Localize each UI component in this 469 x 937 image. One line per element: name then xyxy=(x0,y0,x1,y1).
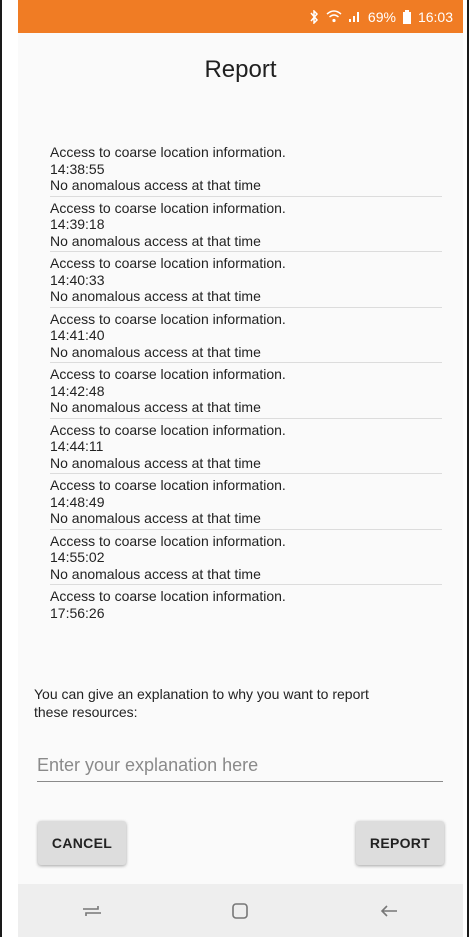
entry-description: Access to coarse location information. xyxy=(50,310,286,327)
list-item: Access to coarse location information. 1… xyxy=(50,585,442,623)
recents-icon[interactable] xyxy=(72,896,112,926)
entry-description: Access to coarse location information. xyxy=(50,255,286,271)
list-item: Access to coarse location information. 1… xyxy=(50,197,442,252)
cancel-button[interactable]: CANCEL xyxy=(38,821,126,865)
entry-status: No anomalous access at that time xyxy=(50,232,261,249)
status-bar: 69% 16:03 xyxy=(18,0,463,33)
entry-time: 14:39:18 xyxy=(50,216,105,232)
explanation-input[interactable] xyxy=(37,751,443,782)
left-frame-border xyxy=(0,0,2,937)
entry-description: Access to coarse location information. xyxy=(50,532,286,549)
entry-status: No anomalous access at that time xyxy=(50,454,261,471)
report-button[interactable]: REPORT xyxy=(356,821,444,865)
entry-description: Access to coarse location information. xyxy=(50,588,286,604)
entry-time: 14:48:49 xyxy=(50,493,105,510)
bluetooth-icon xyxy=(308,9,320,24)
entry-status: No anomalous access at that time xyxy=(50,288,261,304)
entry-time: 14:42:48 xyxy=(50,382,105,399)
entry-status: No anomalous access at that time xyxy=(50,177,261,193)
entry-description: Access to coarse location information. xyxy=(50,199,286,216)
list-item: Access to coarse location information. 1… xyxy=(50,308,442,363)
clock: 16:03 xyxy=(417,8,453,25)
navigation-bar xyxy=(18,884,463,937)
entry-status: No anomalous access at that time xyxy=(50,510,261,526)
battery-icon xyxy=(402,9,412,24)
entry-description: Access to coarse location information. xyxy=(50,421,286,438)
entry-status: No anomalous access at that time xyxy=(50,343,261,360)
page-title: Report xyxy=(204,56,277,83)
explanation-prompt: You can give an explanation to why you w… xyxy=(34,686,369,720)
entry-description: Access to coarse location information. xyxy=(50,144,286,160)
entry-status: No anomalous access at that time xyxy=(50,399,261,415)
entry-time: 14:55:02 xyxy=(50,549,105,565)
entry-status: No anomalous access at that time xyxy=(50,565,261,582)
explanation-field-wrapper xyxy=(37,751,443,782)
list-item: Access to coarse location information. 1… xyxy=(50,252,442,308)
list-item: Access to coarse location information. 1… xyxy=(50,141,442,197)
home-icon[interactable] xyxy=(220,896,260,926)
entry-time: 14:44:11 xyxy=(50,438,104,454)
list-item: Access to coarse location information. 1… xyxy=(50,419,442,474)
entry-time: 17:56:26 xyxy=(50,604,105,621)
entry-description: Access to coarse location information. xyxy=(50,477,286,493)
entry-description: Access to coarse location information. xyxy=(50,366,286,382)
access-log-list[interactable]: Access to coarse location information. 1… xyxy=(50,141,442,623)
battery-percent: 69% xyxy=(367,8,396,25)
entry-time: 14:38:55 xyxy=(50,160,105,177)
entry-time: 14:40:33 xyxy=(50,271,105,288)
report-screen: Report Access to coarse location informa… xyxy=(18,33,463,884)
list-item: Access to coarse location information. 1… xyxy=(50,474,442,530)
signal-icon xyxy=(348,10,362,23)
back-icon[interactable] xyxy=(369,896,409,926)
wifi-icon xyxy=(326,10,342,23)
list-item: Access to coarse location information. 1… xyxy=(50,363,442,419)
entry-time: 14:41:40 xyxy=(50,327,105,343)
list-item: Access to coarse location information. 1… xyxy=(50,530,442,585)
